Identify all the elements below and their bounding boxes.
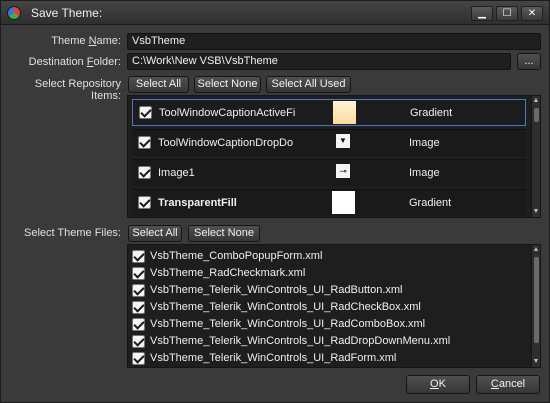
file-item[interactable]: VsbTheme_Telerik_WinControls_UI_RadCheck… [132, 299, 530, 316]
files-select-none-button[interactable]: Select None [188, 225, 260, 242]
file-item-name: VsbTheme_Telerik_WinControls_UI_RadDropD… [150, 335, 451, 347]
minimize-button[interactable]: ▁ [471, 6, 493, 21]
repo-item-type: Image [409, 167, 440, 179]
file-item-checkbox[interactable] [132, 301, 145, 314]
dropdown-arrow-icon: ▼ [336, 134, 350, 148]
file-item[interactable]: VsbTheme_Telerik_WinControls_UI_RadCombo… [132, 316, 530, 333]
repository-scrollbar[interactable]: ▲ ▼ [531, 96, 540, 217]
repo-item[interactable]: Image1 ⊸ Image [132, 159, 526, 186]
theme-files-scrollbar[interactable]: ▲ ▼ [531, 245, 540, 367]
files-select-all-button[interactable]: Select All [128, 225, 182, 242]
title-bar[interactable]: Save Theme: ▁ ☐ ✕ [1, 1, 549, 25]
repo-item-type: Image [409, 137, 440, 149]
file-item[interactable]: VsbTheme_Telerik_WinControls_UI_RadDropD… [132, 333, 530, 350]
repo-item-name: ToolWindowCaptionDropDo [158, 137, 294, 149]
file-item[interactable]: VsbTheme_Telerik_WinControls_UI_RadForm.… [132, 350, 530, 367]
scroll-up-icon[interactable]: ▲ [532, 96, 540, 106]
theme-files-list[interactable]: VsbTheme_ComboPopupForm.xml VsbTheme_Rad… [127, 244, 541, 368]
scroll-thumb[interactable] [534, 108, 539, 122]
file-item-name: VsbTheme_Telerik_WinControls_UI_RadCombo… [150, 318, 426, 330]
repo-item-name: Image1 [158, 167, 195, 179]
scroll-up-icon[interactable]: ▲ [532, 245, 540, 255]
ok-button[interactable]: OK [406, 375, 470, 394]
repo-item[interactable]: ToolWindowCaptionActiveFi Gradient [132, 99, 526, 126]
repo-item-name: ToolWindowCaptionActiveFi [159, 107, 296, 119]
repo-item-type: Gradient [410, 107, 453, 119]
destination-folder-input[interactable]: C:\Work\New VSB\VsbTheme [127, 53, 511, 70]
repo-select-all-button[interactable]: Select All [128, 76, 189, 93]
app-icon [7, 6, 21, 20]
cancel-button[interactable]: Cancel [476, 375, 540, 394]
repo-select-all-used-button[interactable]: Select All Used [266, 76, 351, 93]
file-item-name: VsbTheme_Telerik_WinControls_UI_RadButto… [150, 284, 403, 296]
repo-item-name: TransparentFill [158, 197, 237, 209]
repo-item-checkbox[interactable] [139, 106, 152, 119]
white-fill-swatch-icon [332, 191, 355, 214]
file-item-checkbox[interactable] [132, 335, 145, 348]
repo-item-checkbox[interactable] [138, 166, 151, 179]
scroll-down-icon[interactable]: ▼ [532, 207, 540, 217]
scroll-thumb[interactable] [534, 257, 539, 343]
save-theme-dialog: Save Theme: ▁ ☐ ✕ Theme Name: VsbTheme D… [0, 0, 550, 403]
file-item-name: VsbTheme_Telerik_WinControls_UI_RadForm.… [150, 352, 397, 364]
repository-label: Select Repository Items: [34, 78, 121, 102]
destination-folder-label: Destination Folder: [28, 56, 121, 68]
gradient-swatch-icon [333, 101, 356, 124]
repo-item[interactable]: TransparentFill Gradient [132, 189, 526, 216]
file-item-checkbox[interactable] [132, 284, 145, 297]
file-item[interactable]: VsbTheme_Telerik_WinControls_UI_RadButto… [132, 282, 530, 299]
file-item-checkbox[interactable] [132, 318, 145, 331]
theme-name-input[interactable]: VsbTheme [127, 33, 541, 50]
file-item-checkbox[interactable] [132, 352, 145, 365]
repo-item[interactable]: ToolWindowCaptionDropDo ▼ Image [132, 129, 526, 156]
file-item-name: VsbTheme_RadCheckmark.xml [150, 267, 306, 279]
pin-icon: ⊸ [336, 164, 350, 178]
file-item-name: VsbTheme_Telerik_WinControls_UI_RadCheck… [150, 301, 421, 313]
repo-item-checkbox[interactable] [138, 196, 151, 209]
file-item-checkbox[interactable] [132, 250, 145, 263]
repo-item-checkbox[interactable] [138, 136, 151, 149]
theme-files-label: Select Theme Files: [23, 227, 121, 239]
maximize-button[interactable]: ☐ [496, 6, 518, 21]
window-title: Save Theme: [31, 6, 103, 20]
repository-list[interactable]: ToolWindowCaptionActiveFi Gradient ToolW… [127, 95, 541, 218]
file-item[interactable]: VsbTheme_RadCheckmark.xml [132, 265, 530, 282]
file-item-checkbox[interactable] [132, 267, 145, 280]
repo-item-type: Gradient [409, 197, 452, 209]
theme-name-label: Theme Name: [51, 35, 121, 47]
file-item[interactable]: VsbTheme_ComboPopupForm.xml [132, 248, 530, 265]
file-item-name: VsbTheme_ComboPopupForm.xml [150, 250, 323, 262]
close-button[interactable]: ✕ [521, 6, 543, 21]
repo-select-none-button[interactable]: Select None [194, 76, 261, 93]
scroll-down-icon[interactable]: ▼ [532, 357, 540, 367]
browse-button[interactable]: ... [517, 53, 541, 70]
